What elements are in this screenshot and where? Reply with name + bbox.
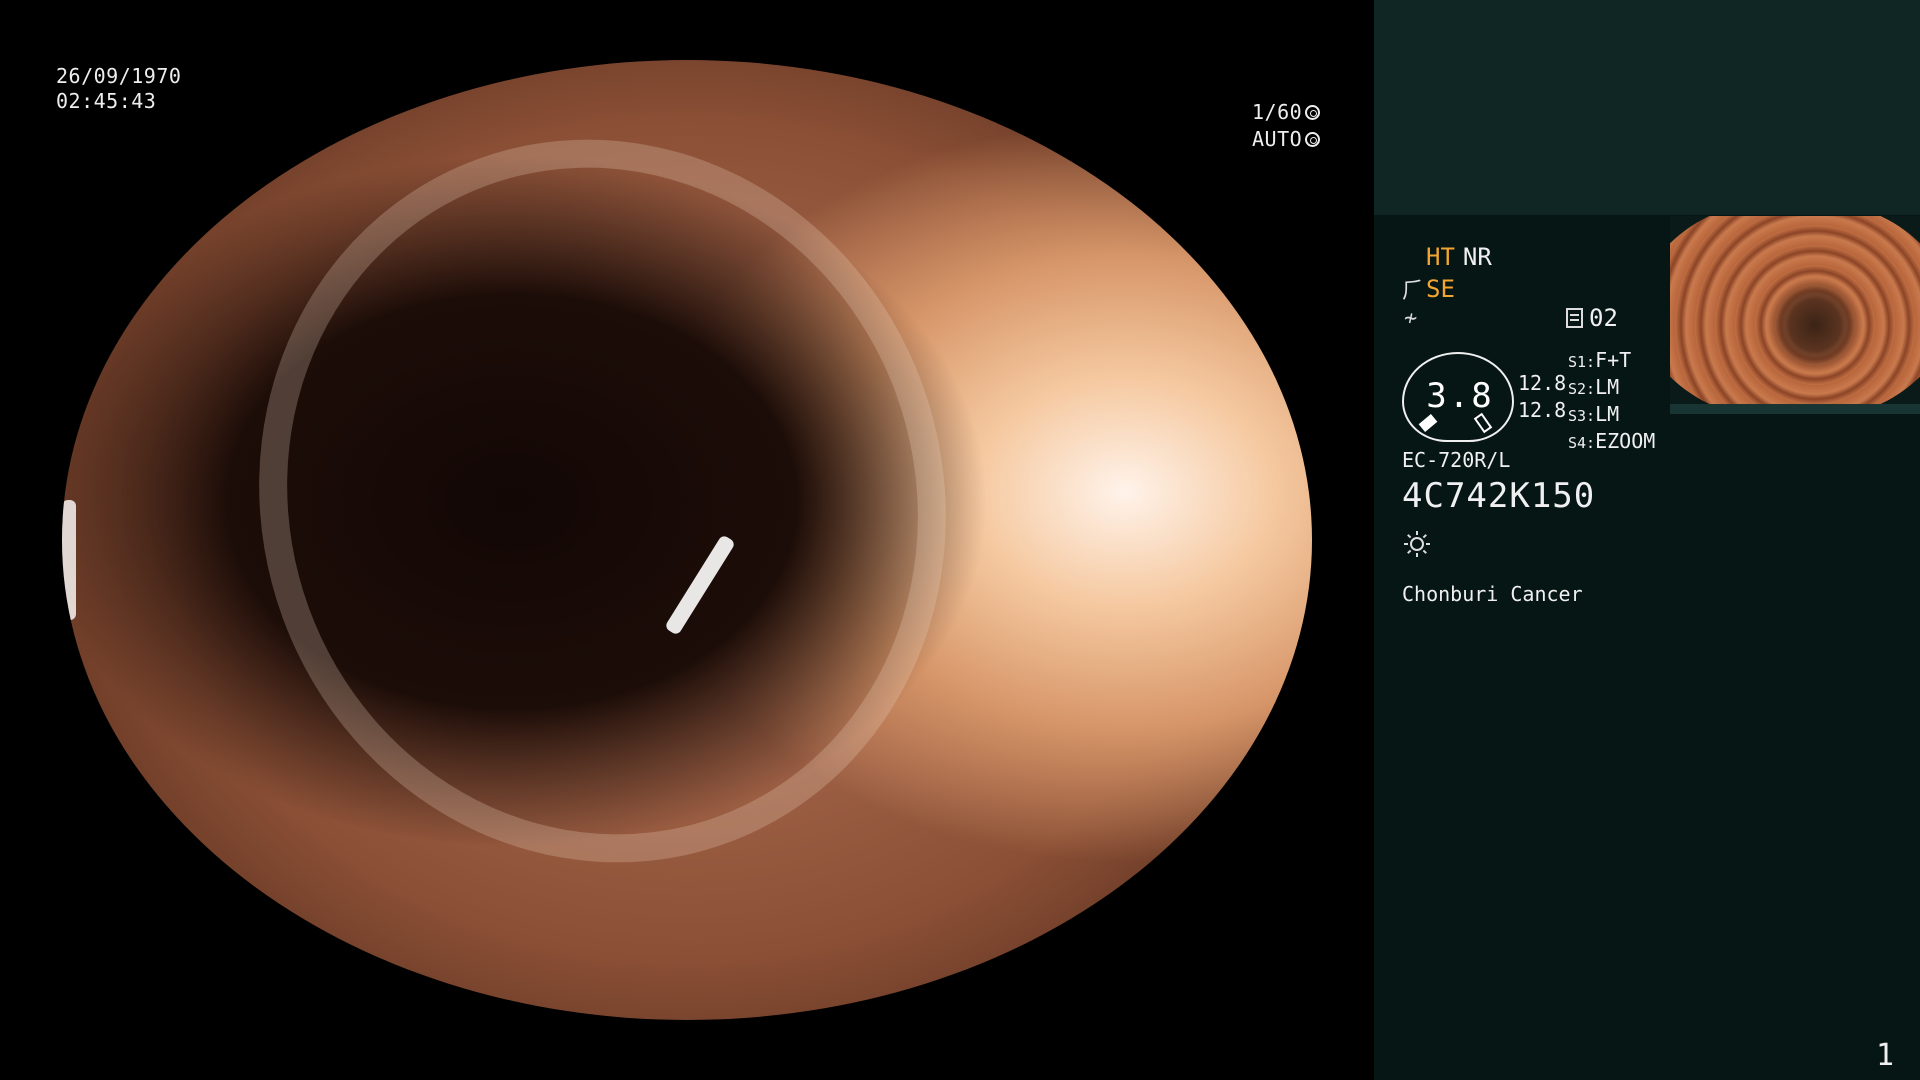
reference-thumbnail — [1670, 216, 1920, 414]
setting-value: F+T — [1595, 348, 1632, 372]
setting-key: S1: — [1568, 353, 1596, 371]
mode-ht: HT — [1426, 243, 1455, 271]
shutter-readout: 1/60 — [1252, 99, 1321, 125]
iris-icon — [1305, 131, 1321, 147]
setting-row: S1:F+T — [1568, 348, 1655, 375]
mode-nr: NR — [1462, 243, 1492, 271]
zoom-gauge: 3.8 — [1402, 352, 1514, 442]
gauge-marker-filled — [1418, 414, 1438, 432]
switch-settings: S1:F+T S2:LM S3:LM S4:EZOOM — [1568, 348, 1655, 456]
zoom-number: 12.8 — [1518, 398, 1567, 422]
page-number: 1 — [1876, 1038, 1895, 1073]
shutter-value: 1/60 — [1252, 100, 1303, 124]
hospital-name: Chonburi Cancer — [1402, 582, 1583, 606]
mode-indicator-ht-nr: HT NR — [1426, 243, 1492, 271]
endoscope-main-view: 26/09/1970 02:45:43 1/60 AUTO — [0, 0, 1374, 1080]
date-readout: 26/09/1970 — [56, 64, 182, 88]
endoscopic-image — [62, 60, 1312, 1020]
setting-row: S2:LM — [1568, 375, 1655, 402]
shutter-icon — [1305, 104, 1321, 120]
setting-key: S2: — [1568, 380, 1596, 398]
iris-readout: AUTO — [1252, 126, 1321, 152]
light-icon — [1402, 529, 1432, 565]
mode-indicator-se: ⺁ SE — [1402, 273, 1455, 305]
thumbnail-image — [1670, 216, 1920, 404]
zoom-number: 12.8 — [1518, 371, 1567, 395]
light-reflection — [62, 500, 76, 620]
setting-value: LM — [1595, 375, 1620, 399]
scope-model: EC-720R/L — [1402, 448, 1511, 472]
record-count: 02 — [1589, 304, 1618, 332]
record-counter: 02 — [1566, 304, 1618, 332]
iris-value: AUTO — [1252, 127, 1303, 151]
setting-value: EZOOM — [1595, 429, 1656, 453]
setting-row: S3:LM — [1568, 402, 1655, 429]
setting-row: S4:EZOOM — [1568, 429, 1655, 456]
mucosal-fold — [158, 60, 1047, 960]
enhance-icon: ⺁ — [1402, 279, 1425, 304]
time-readout: 02:45:43 — [56, 89, 157, 113]
scope-serial: 4C742K150 — [1402, 476, 1596, 516]
panel-header-area — [1374, 0, 1920, 215]
mode-se: SE — [1426, 275, 1455, 303]
record-icon — [1566, 308, 1583, 328]
zoom-value: 3.8 — [1426, 376, 1494, 416]
zoom-numbers: 12.8 12.8 — [1518, 370, 1566, 424]
setting-value: LM — [1595, 402, 1620, 426]
thumbnail-caption-bar — [1670, 404, 1920, 414]
setting-key: S4: — [1568, 434, 1596, 452]
filter-icon: ≁ — [1404, 306, 1418, 331]
filter-indicator: ≁ — [1404, 303, 1417, 331]
status-panel: HT NR ⺁ SE ≁ 02 3.8 12.8 12.8 S1:F+T S2:L… — [1374, 0, 1920, 1080]
setting-key: S3: — [1568, 407, 1596, 425]
